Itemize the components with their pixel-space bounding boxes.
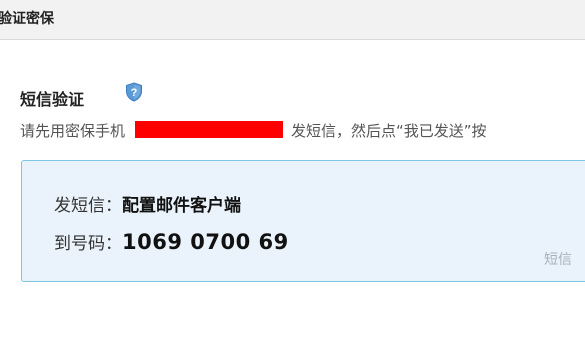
sms-content-row: 发短信：配置邮件客户端 xyxy=(54,191,241,216)
sms-info-box: 发短信：配置邮件客户端 到号码：1069 0700 69 短信 xyxy=(21,160,585,282)
sms-number-row: 到号码：1069 0700 69 xyxy=(54,229,289,254)
title-bar: 验证密保 xyxy=(0,0,585,40)
sms-content-value: 配置邮件客户端 xyxy=(122,196,241,216)
redacted-phone-number xyxy=(135,121,284,138)
sms-instruction: 请先用密保手机 发短信，然后点“我已发送”按 xyxy=(20,120,487,141)
sms-verify-title: 短信验证 xyxy=(20,90,85,109)
sms-hint: 短信 xyxy=(544,252,572,268)
sms-number-label: 到号码： xyxy=(54,234,122,254)
shield-question-icon[interactable]: ? xyxy=(125,82,143,102)
instruction-suffix: 发短信，然后点“我已发送”按 xyxy=(291,122,487,140)
sms-content-label: 发短信： xyxy=(54,196,122,216)
sms-number-value: 1069 0700 69 xyxy=(122,230,289,254)
dialog-title: 验证密保 xyxy=(0,11,54,27)
instruction-prefix: 请先用密保手机 xyxy=(20,122,126,140)
svg-text:?: ? xyxy=(131,87,138,99)
